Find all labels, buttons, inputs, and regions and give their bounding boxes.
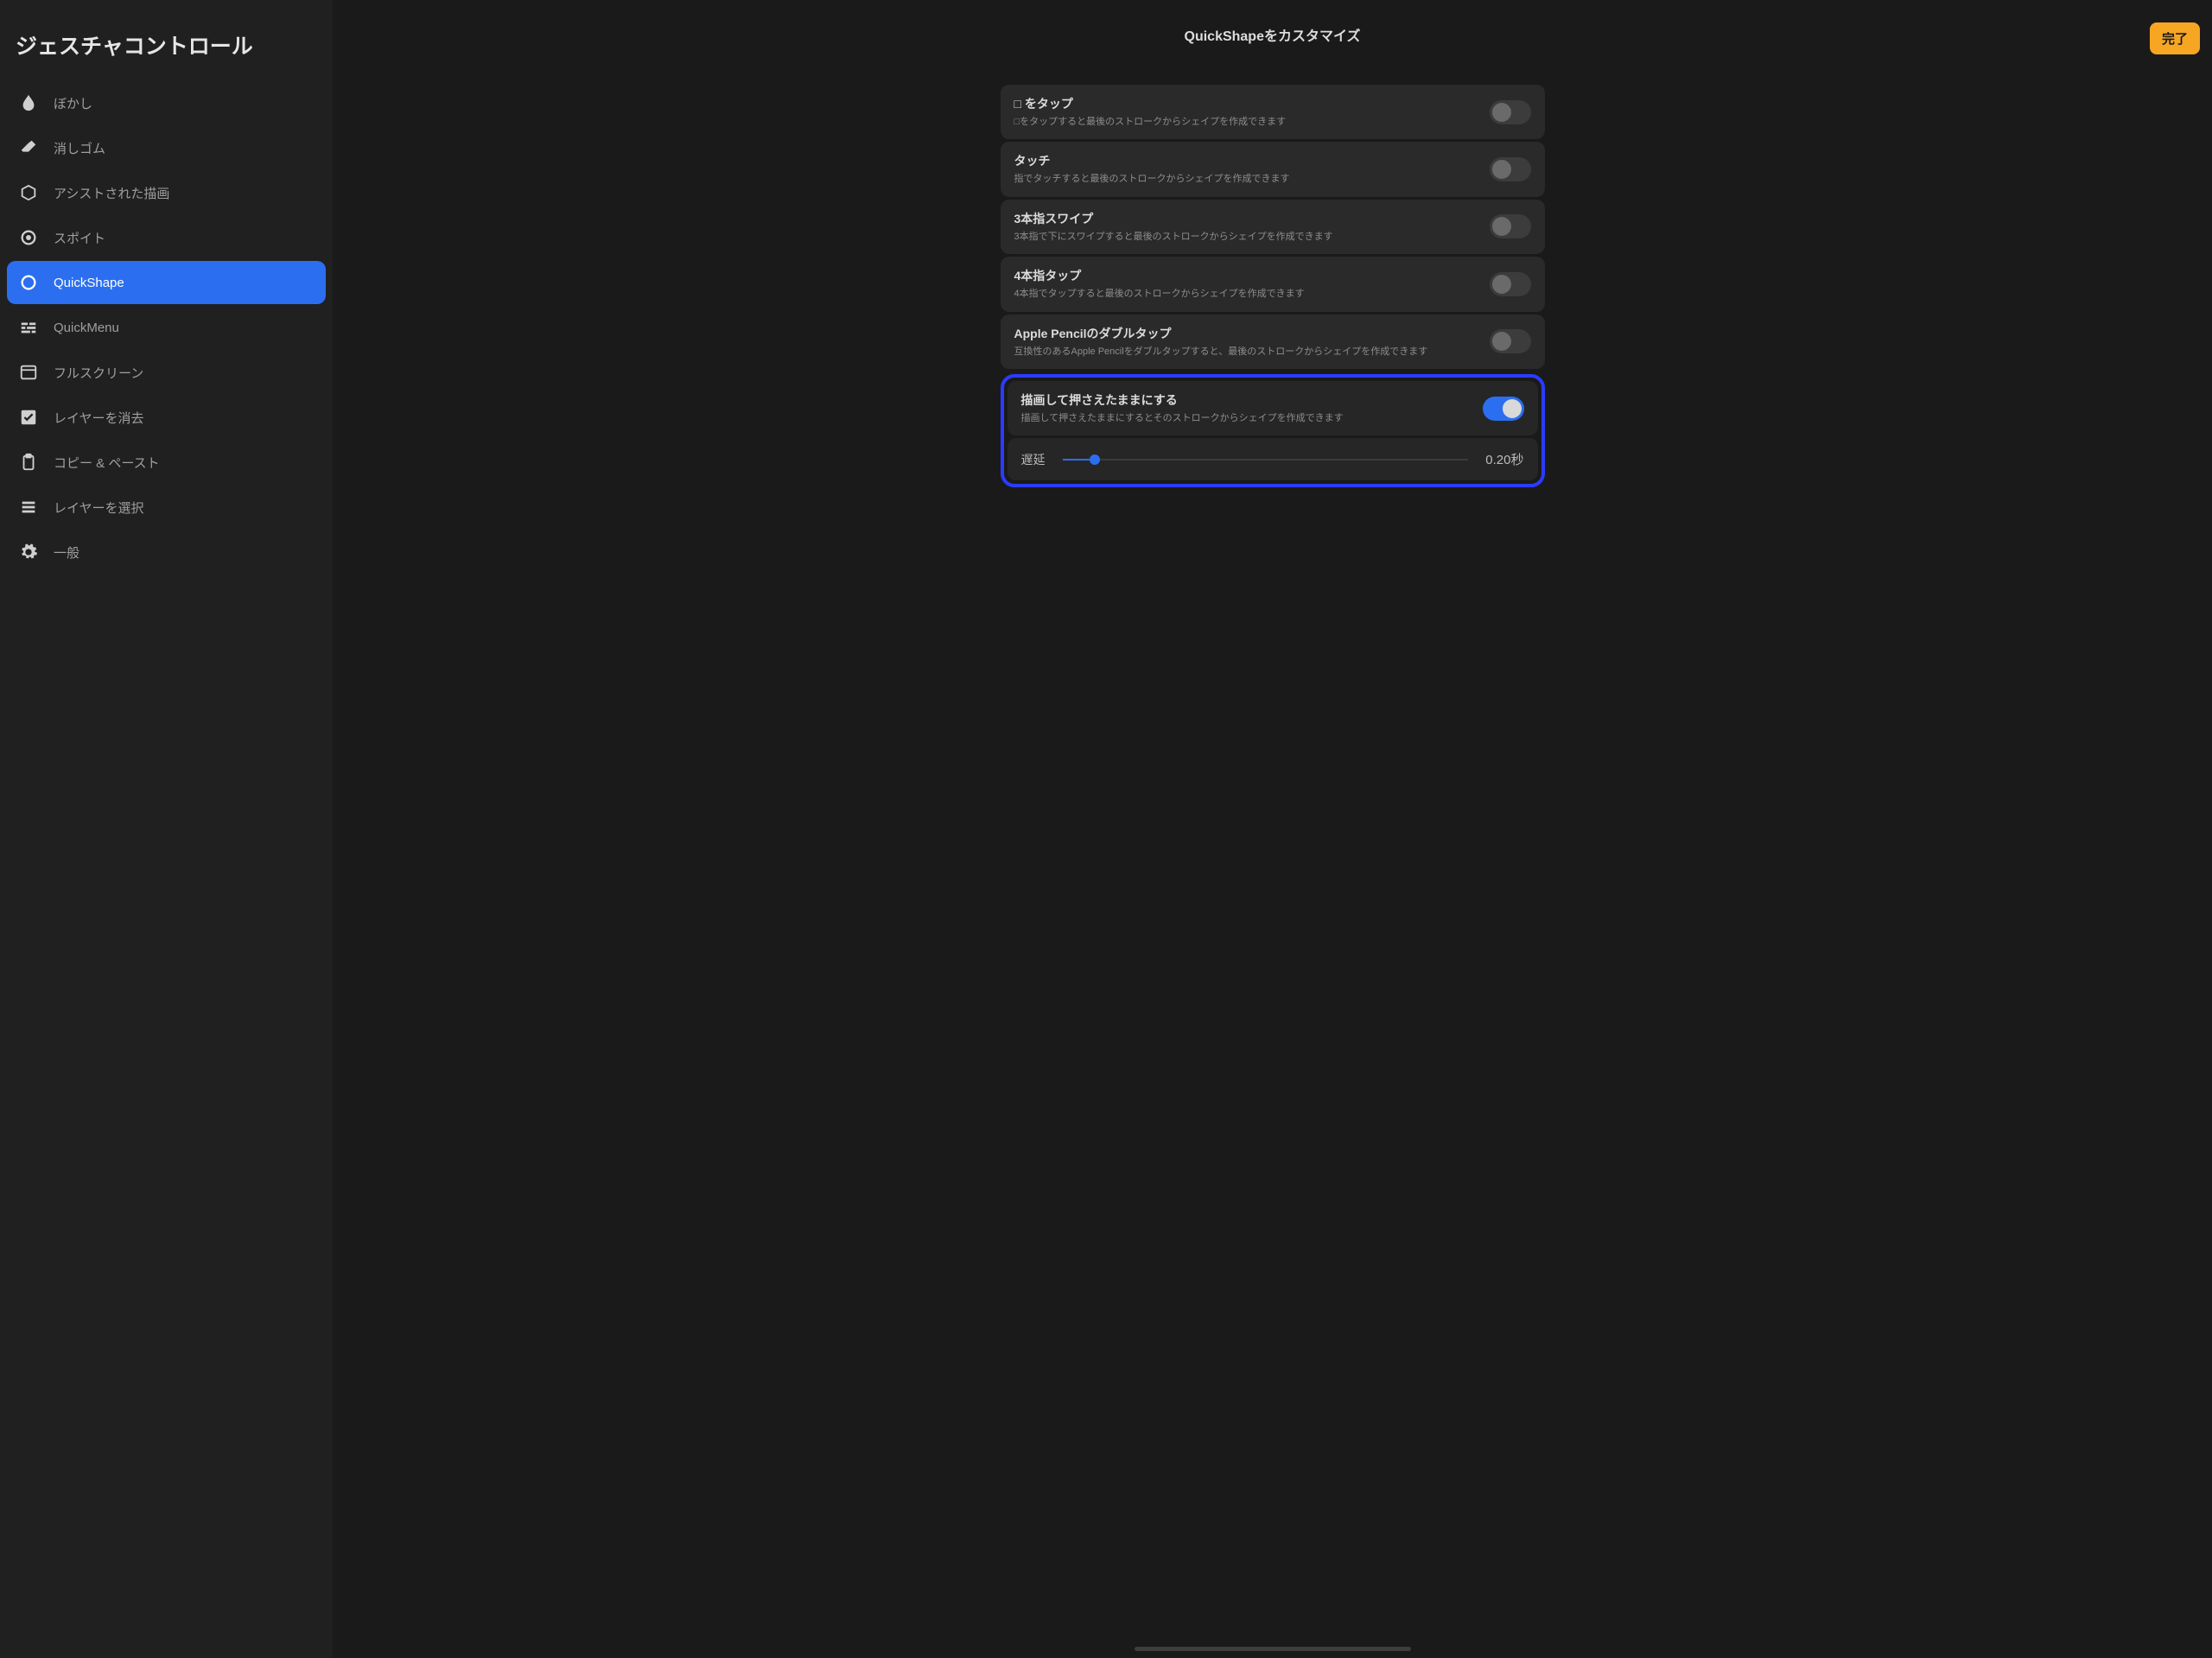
setting-title: 3本指スワイプ xyxy=(1014,210,1476,227)
toggle-switch[interactable] xyxy=(1483,397,1524,421)
setting-row-draw-and-hold: 描画して押さえたままにする描画して押さえたままにするとそのストロークからシェイプ… xyxy=(1007,381,1538,435)
sidebar-item-消しゴム[interactable]: 消しゴム xyxy=(7,126,326,169)
eraser-icon xyxy=(19,138,38,157)
sidebar-title: ジェスチャコントロール xyxy=(0,17,333,79)
page-title: QuickShapeをカスタマイズ xyxy=(1185,24,1361,45)
ring-icon xyxy=(19,273,38,292)
setting-desc: 4本指でタップすると最後のストロークからシェイプを作成できます xyxy=(1014,288,1476,301)
toggle-switch[interactable] xyxy=(1490,329,1531,353)
home-indicator xyxy=(1135,1647,1411,1651)
sidebar-item-label: QuickShape xyxy=(54,276,124,290)
sidebar-item-label: コピー & ペースト xyxy=(54,454,160,472)
sidebar-item-レイヤーを選択[interactable]: レイヤーを選択 xyxy=(7,486,326,529)
sidebar-item-label: アシストされた描画 xyxy=(54,184,169,202)
sidebar-list: ぼかし消しゴムアシストされた描画スポイト QuickShape QuickMenu フ… xyxy=(0,79,333,1658)
setting-row-0: □ をタップ □をタップすると最後のストロークからシェイプを作成できます xyxy=(1001,85,1545,139)
delay-slider[interactable] xyxy=(1063,451,1469,468)
settings-list: □ をタップ □をタップすると最後のストロークからシェイプを作成できますタッチ指で… xyxy=(1001,85,1545,487)
delay-value: 0.20秒 xyxy=(1485,450,1523,468)
sidebar-item-一般[interactable]: 一般 xyxy=(7,530,326,574)
main-panel: QuickShapeをカスタマイズ 完了 □ をタップ □をタップすると最後のスト… xyxy=(333,0,2212,1658)
stack-icon xyxy=(19,498,38,517)
gear-icon xyxy=(19,543,38,562)
toggle-switch[interactable] xyxy=(1490,157,1531,181)
setting-title: 描画して押さえたままにする xyxy=(1021,391,1469,409)
setting-text: □ をタップ □をタップすると最後のストロークからシェイプを作成できます xyxy=(1014,95,1476,129)
setting-text: 3本指スワイプ 3本指で下にスワイプすると最後のストロークからシェイプを作成できま… xyxy=(1014,210,1476,244)
sidebar-item-レイヤーを消去[interactable]: レイヤーを消去 xyxy=(7,396,326,439)
menu-lines-icon xyxy=(19,318,38,337)
setting-row-3: 4本指タップ 4本指でタップすると最後のストロークからシェイプを作成できます xyxy=(1001,257,1545,311)
setting-title: Apple Pencilのダブルタップ xyxy=(1014,325,1476,342)
sidebar-item-label: ぼかし xyxy=(54,94,92,112)
window-icon xyxy=(19,363,38,382)
setting-desc: □をタップすると最後のストロークからシェイプを作成できます xyxy=(1014,116,1476,129)
cube-icon xyxy=(19,183,38,202)
sidebar: ジェスチャコントロール ぼかし消しゴムアシストされた描画スポイト QuickSha… xyxy=(0,0,333,1658)
sidebar-item-ぼかし[interactable]: ぼかし xyxy=(7,81,326,124)
sidebar-item-フルスクリーン[interactable]: フルスクリーン xyxy=(7,351,326,394)
sidebar-item-スポイト[interactable]: スポイト xyxy=(7,216,326,259)
sidebar-item-label: スポイト xyxy=(54,229,105,247)
sidebar-item-QuickMenu[interactable]: QuickMenu xyxy=(7,306,326,349)
delay-label: 遅延 xyxy=(1021,451,1046,468)
setting-title: □ をタップ xyxy=(1014,95,1476,112)
sidebar-item-label: 一般 xyxy=(54,543,79,562)
setting-title: 4本指タップ xyxy=(1014,267,1476,284)
setting-text: 4本指タップ 4本指でタップすると最後のストロークからシェイプを作成できます xyxy=(1014,267,1476,301)
sidebar-item-label: QuickMenu xyxy=(54,321,119,335)
clipboard-icon xyxy=(19,453,38,472)
setting-text: 描画して押さえたままにする描画して押さえたままにするとそのストロークからシェイプ… xyxy=(1021,391,1469,425)
highlighted-setting-group: 描画して押さえたままにする描画して押さえたままにするとそのストロークからシェイプ… xyxy=(1001,374,1545,487)
target-icon xyxy=(19,228,38,247)
sidebar-item-label: 消しゴム xyxy=(54,139,105,157)
setting-title: タッチ xyxy=(1014,152,1476,169)
sidebar-item-label: レイヤーを消去 xyxy=(54,409,144,427)
done-button[interactable]: 完了 xyxy=(2150,22,2200,54)
sidebar-item-label: フルスクリーン xyxy=(54,364,143,382)
toggle-switch[interactable] xyxy=(1490,272,1531,296)
sidebar-item-label: レイヤーを選択 xyxy=(54,499,144,517)
toggle-switch[interactable] xyxy=(1490,214,1531,238)
setting-desc: 互換性のあるApple Pencilをダブルタップすると、最後のストロークからシ… xyxy=(1014,346,1476,359)
toggle-switch[interactable] xyxy=(1490,100,1531,124)
sidebar-item-コピー & ペースト[interactable]: コピー & ペースト xyxy=(7,441,326,484)
setting-row-2: 3本指スワイプ 3本指で下にスワイプすると最後のストロークからシェイプを作成できま… xyxy=(1001,200,1545,254)
setting-desc: 3本指で下にスワイプすると最後のストロークからシェイプを作成できます xyxy=(1014,231,1476,244)
checkbox-icon xyxy=(19,408,38,427)
setting-desc: 描画して押さえたままにするとそのストロークからシェイプを作成できます xyxy=(1021,412,1469,425)
blur-icon xyxy=(19,93,38,112)
topbar: QuickShapeをカスタマイズ 完了 xyxy=(333,0,2212,69)
setting-desc: 指でタッチすると最後のストロークからシェイプを作成できます xyxy=(1014,173,1476,186)
setting-row-1: タッチ指でタッチすると最後のストロークからシェイプを作成できます xyxy=(1001,142,1545,196)
sidebar-item-QuickShape[interactable]: QuickShape xyxy=(7,261,326,304)
setting-row-4: Apple Pencilのダブルタップ互換性のあるApple Pencilをダブ… xyxy=(1001,314,1545,369)
setting-text: タッチ指でタッチすると最後のストロークからシェイプを作成できます xyxy=(1014,152,1476,186)
content: □ をタップ □をタップすると最後のストロークからシェイプを作成できますタッチ指で… xyxy=(333,69,2212,1658)
sidebar-item-アシストされた描画[interactable]: アシストされた描画 xyxy=(7,171,326,214)
setting-text: Apple Pencilのダブルタップ互換性のあるApple Pencilをダブ… xyxy=(1014,325,1476,359)
delay-slider-row: 遅延 0.20秒 xyxy=(1007,438,1538,480)
